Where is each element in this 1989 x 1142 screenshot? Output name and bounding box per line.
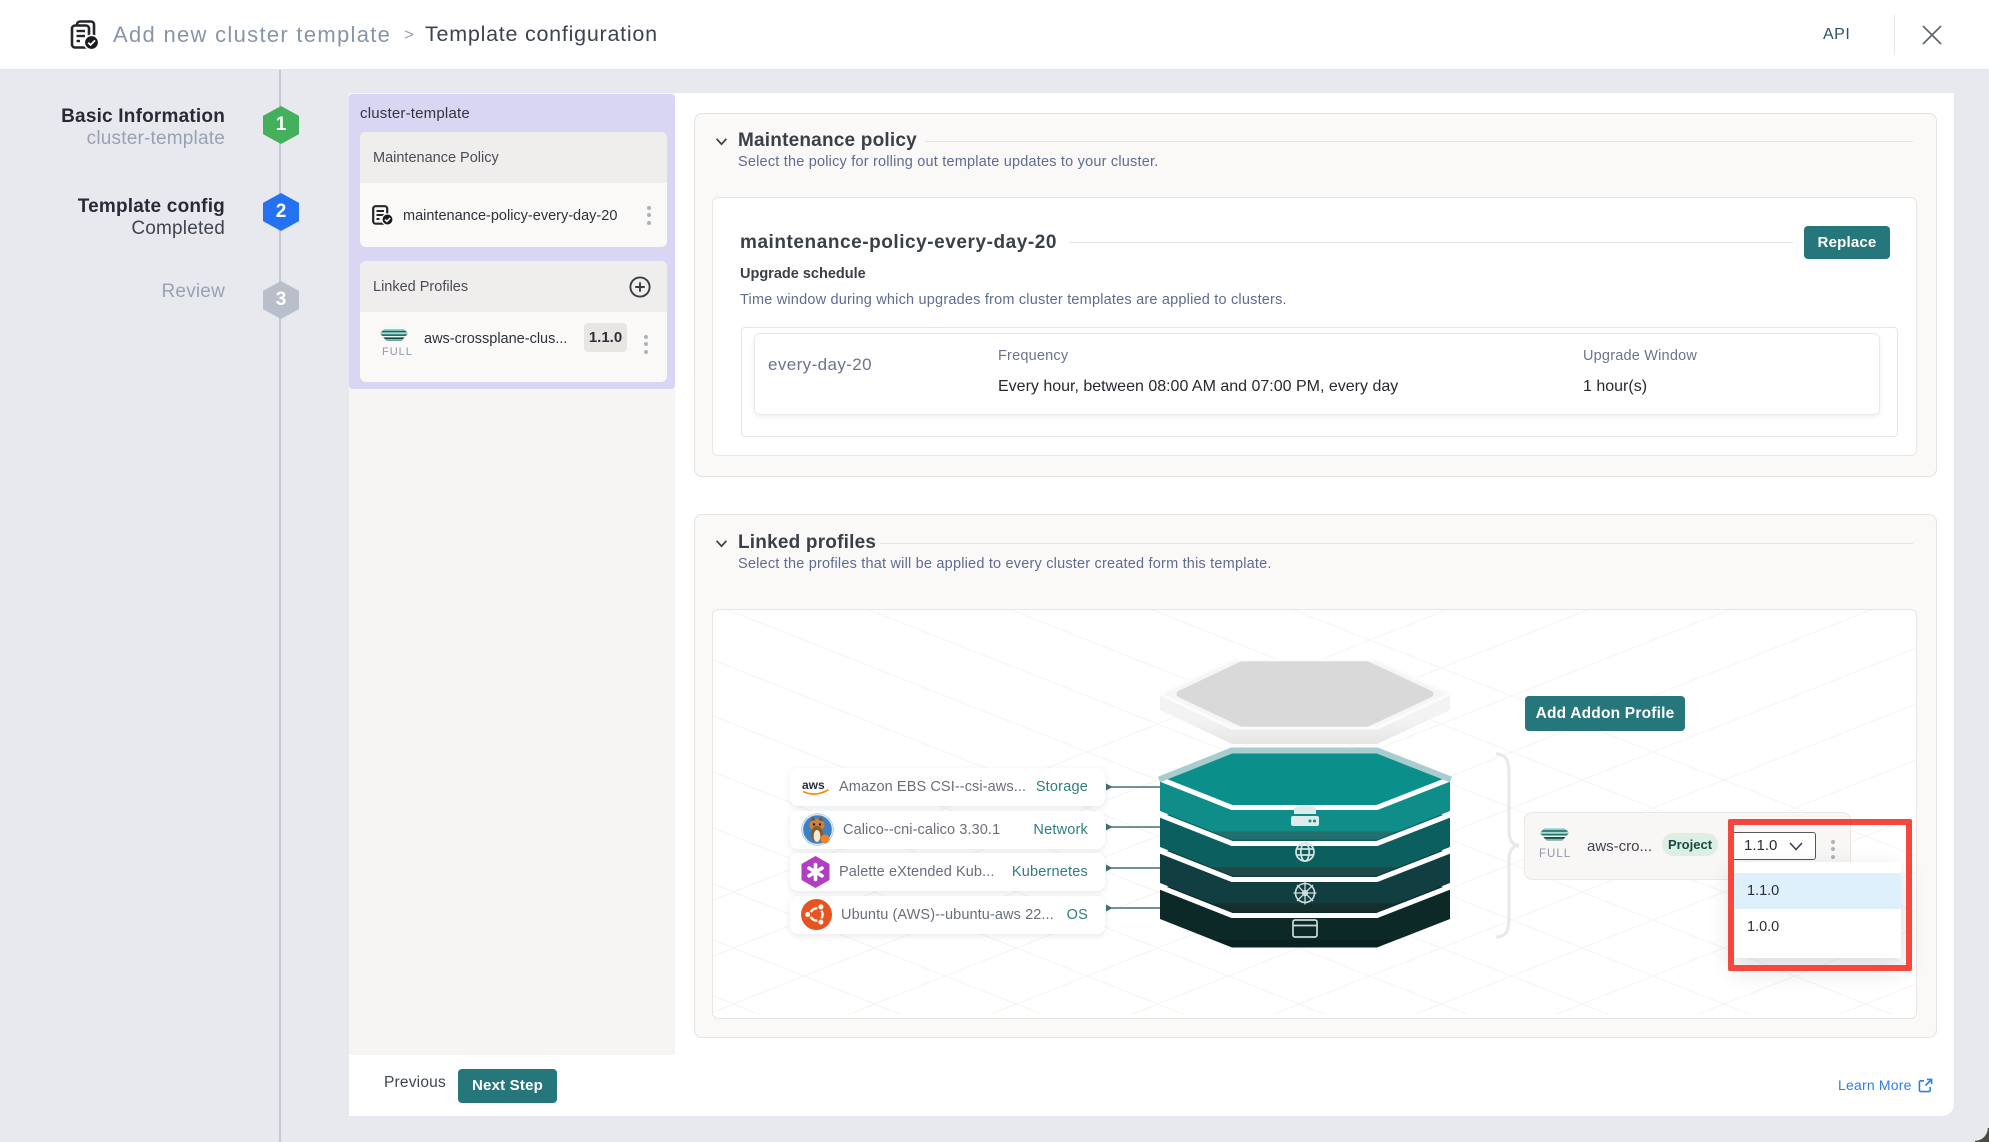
svg-text:aws: aws [802, 778, 825, 792]
